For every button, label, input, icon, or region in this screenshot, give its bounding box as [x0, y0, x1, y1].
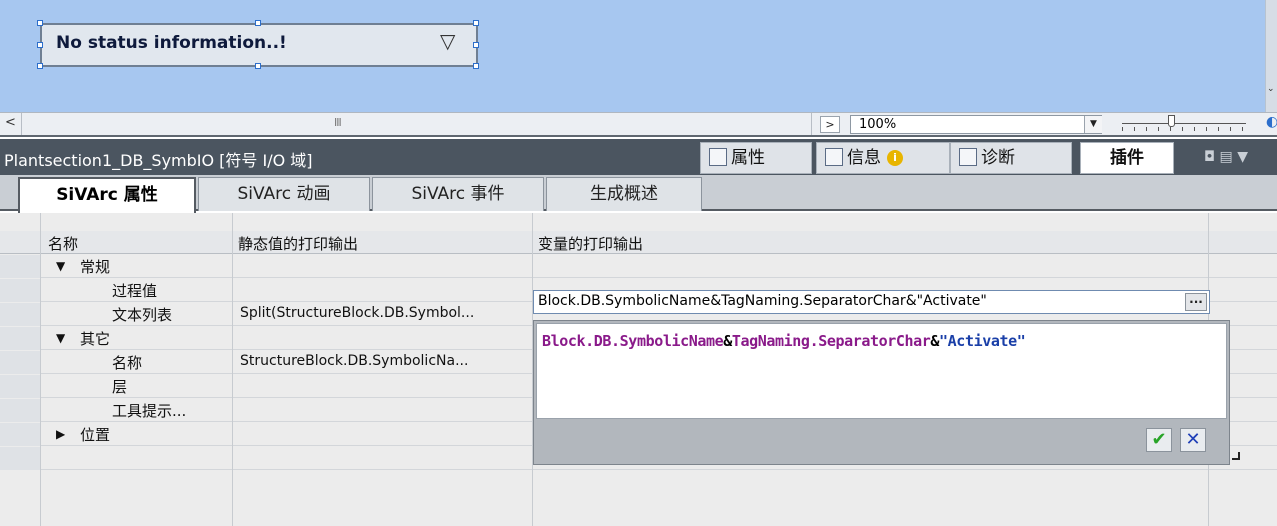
screen-canvas[interactable]: No status information..! ▽ [0, 0, 1277, 112]
expression-code: Block.DB.SymbolicName&TagNaming.Separato… [542, 332, 1026, 350]
window-controls[interactable]: ◘ ▤ ▼ [1204, 149, 1248, 165]
resize-handle[interactable] [473, 20, 479, 26]
resize-handle[interactable] [473, 63, 479, 69]
expression-token: & [723, 332, 732, 350]
row-name: 名称 [112, 354, 143, 372]
scroll-left-button[interactable]: < [0, 113, 22, 135]
expression-token: "Activate" [939, 332, 1026, 350]
row-name: 工具提示... [112, 402, 187, 420]
row-static-value[interactable]: StructureBlock.DB.SymbolicNa... [240, 353, 530, 369]
resize-handle[interactable] [37, 42, 43, 48]
tab-sivarc-properties[interactable]: SiVArc 属性 [18, 177, 196, 213]
resize-handle[interactable] [37, 20, 43, 26]
expression-token: TagNaming.SeparatorChar [731, 332, 931, 350]
resize-handle[interactable] [255, 20, 261, 26]
scroll-track[interactable]: III [22, 113, 812, 135]
settings-icon[interactable]: ◐ [1266, 114, 1277, 130]
zoom-dropdown-arrow-icon[interactable]: ▼ [1084, 116, 1102, 133]
resize-handle[interactable] [37, 63, 43, 69]
confirm-button[interactable]: ✔ [1146, 428, 1172, 452]
row-name: 其它 [80, 330, 111, 348]
row-name: 过程值 [112, 282, 158, 300]
subtab-bar: SiVArc 属性 SiVArc 动画 SiVArc 事件 生成概述 [0, 175, 1277, 213]
cancel-button[interactable]: ✕ [1180, 428, 1206, 452]
inspector-title-bar: Plantsection1_DB_SymbIO [符号 I/O 域] 属性 信息… [0, 139, 1277, 175]
zoom-value: 100% [859, 117, 897, 132]
tab-sivarc-animations[interactable]: SiVArc 动画 [198, 177, 370, 211]
tab-generation-overview[interactable]: 生成概述 [546, 177, 702, 211]
process-value-expression-input[interactable]: Block.DB.SymbolicName&TagNaming.Separato… [533, 290, 1210, 314]
zoom-slider[interactable] [1122, 123, 1246, 131]
canvas-horizontal-scrollbar: < III > 100% ▼ ◐ [0, 112, 1277, 137]
diagnostics-icon [959, 148, 977, 166]
collapse-icon[interactable]: ▼ [56, 331, 65, 345]
status-text: No status information..! [56, 33, 287, 53]
expression-value: Block.DB.SymbolicName&TagNaming.Separato… [538, 293, 987, 309]
symbolic-io-field[interactable]: No status information..! ▽ [40, 23, 478, 67]
row-name: 文本列表 [112, 306, 173, 324]
scroll-thumb-grip[interactable]: III [334, 116, 342, 129]
popup-resize-grip[interactable] [1232, 452, 1240, 460]
tab-info[interactable]: 信息 i [816, 142, 950, 174]
inspector-title: Plantsection1_DB_SymbIO [符号 I/O 域] [4, 151, 313, 170]
expression-editor-textarea[interactable]: Block.DB.SymbolicName&TagNaming.Separato… [536, 323, 1227, 419]
column-header-name[interactable]: 名称 [48, 233, 78, 254]
expression-token: Block.DB.SymbolicName [542, 332, 724, 350]
column-header-static[interactable]: 静态值的打印输出 [238, 233, 358, 254]
collapse-icon[interactable]: ▼ [56, 259, 65, 273]
expand-icon[interactable]: ▶ [56, 427, 65, 441]
info-badge-icon: i [887, 150, 903, 166]
scroll-down-icon[interactable]: ⌄ [1267, 84, 1275, 94]
expression-token: & [930, 332, 940, 350]
tab-properties[interactable]: 属性 [700, 142, 812, 174]
expression-editor-popup: Block.DB.SymbolicName&TagNaming.Separato… [533, 320, 1230, 465]
vertical-scrollbar[interactable]: ⌄ [1265, 0, 1277, 112]
tab-plugins[interactable]: 插件 [1080, 142, 1174, 174]
zoom-slider-knob[interactable] [1168, 115, 1175, 127]
row-static-value[interactable]: Split(StructureBlock.DB.Symbol... [240, 305, 530, 321]
scroll-right-button[interactable]: > [820, 116, 840, 133]
tab-diagnostics[interactable]: 诊断 [950, 142, 1072, 174]
row-name: 常规 [80, 258, 111, 276]
dropdown-triangle-icon: ▽ [440, 29, 456, 53]
tree-row-general[interactable]: ▼ 常规 [0, 255, 1277, 278]
zoom-select[interactable]: 100% ▼ [850, 115, 1102, 134]
info-icon [825, 148, 843, 166]
tab-sivarc-events[interactable]: SiVArc 事件 [372, 177, 544, 211]
column-header-variable[interactable]: 变量的打印输出 [538, 233, 643, 254]
expression-editor-button[interactable]: ... [1185, 293, 1207, 311]
resize-handle[interactable] [255, 63, 261, 69]
grid-header: 名称 静态值的打印输出 变量的打印输出 [0, 231, 1277, 254]
row-name: 位置 [80, 426, 111, 444]
row-name: 层 [112, 378, 128, 396]
resize-handle[interactable] [473, 42, 479, 48]
properties-icon [709, 148, 727, 166]
